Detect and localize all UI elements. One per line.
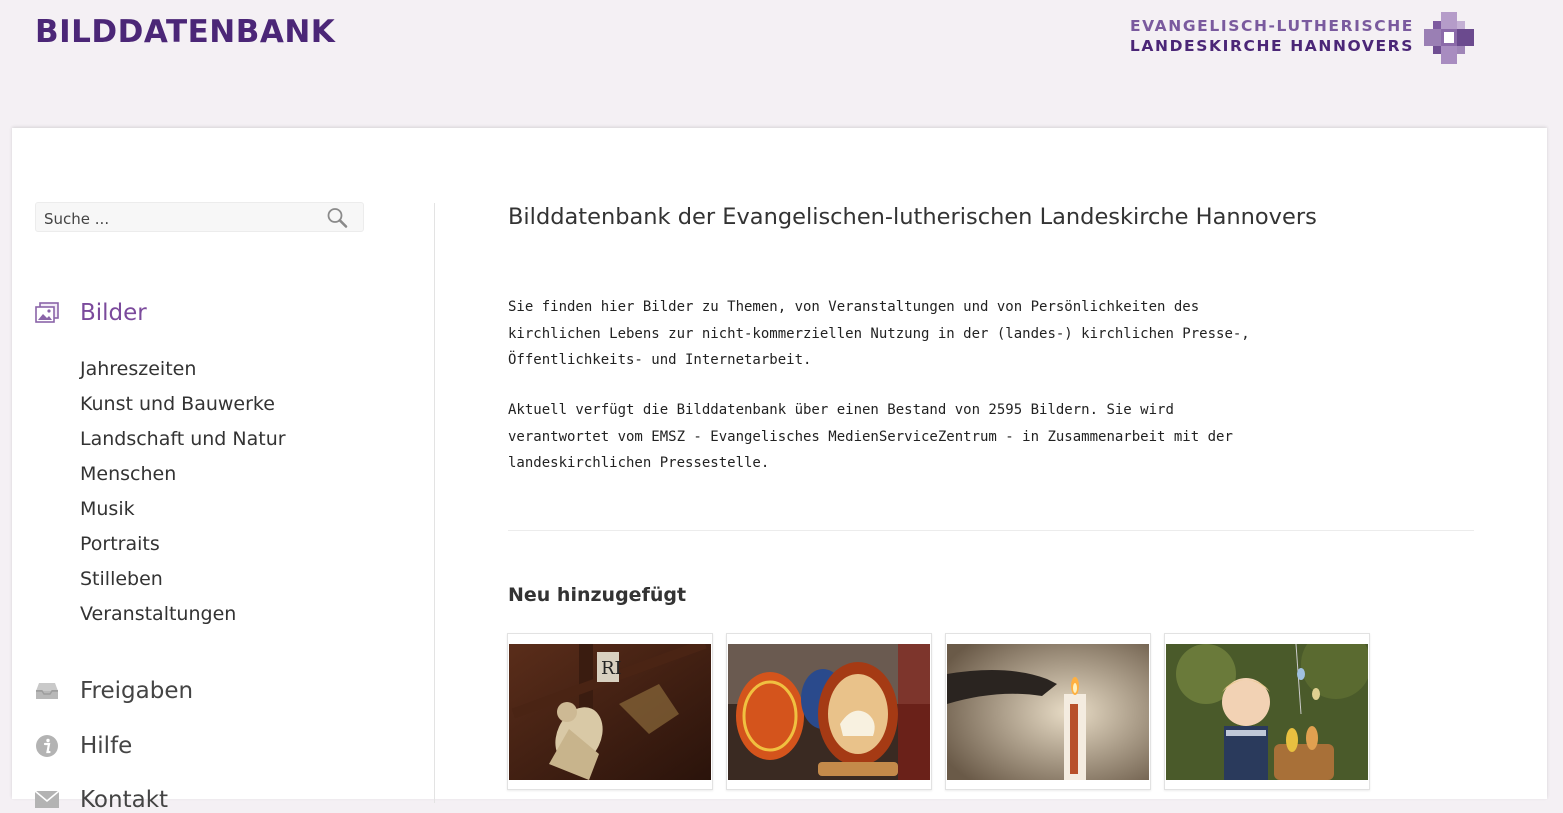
child-easter-image [1166, 644, 1368, 780]
logo-line-1: EVANGELISCH-LUTHERISCHE [1129, 17, 1414, 35]
nav-hilfe-label: Hilfe [80, 733, 133, 759]
search-icon[interactable] [325, 206, 349, 230]
easter-eggs-image [728, 644, 930, 780]
intro-line: Öffentlichkeits- und Internetarbeit. [508, 352, 812, 368]
intro-paragraph: Sie finden hier Bilder zu Themen, von Ve… [508, 294, 1268, 374]
new-images-gallery: RI [507, 633, 1370, 790]
nav-bilder[interactable]: Bilder [34, 300, 147, 326]
search-input[interactable] [42, 207, 316, 231]
crucifix-image: RI [509, 644, 711, 780]
section-divider [508, 530, 1474, 531]
subnav-item-musik[interactable]: Musik [80, 492, 286, 527]
subnav-item-portraits[interactable]: Portraits [80, 527, 286, 562]
nav-hilfe[interactable]: Hilfe [34, 733, 132, 759]
intro-line: Sie finden hier Bilder zu Themen, von Ve… [508, 299, 1200, 315]
stock-line: Aktuell verfügt die Bilddatenbank über e… [508, 402, 1174, 418]
subnav-item-veranstaltungen[interactable]: Veranstaltungen [80, 597, 286, 632]
subnav-item-kunst-und-bauwerke[interactable]: Kunst und Bauwerke [80, 387, 286, 422]
stock-paragraph: Aktuell verfügt die Bilddatenbank über e… [508, 397, 1268, 477]
site-header: BILDDATENBANK EVANGELISCH-LUTHERISCHE LA… [0, 0, 1563, 128]
church-logo[interactable]: EVANGELISCH-LUTHERISCHE LANDESKIRCHE HAN… [1084, 12, 1484, 68]
subnav-bilder: Jahreszeiten Kunst und Bauwerke Landscha… [80, 352, 286, 632]
main-content-panel: Bilder Jahreszeiten Kunst und Bauwerke L… [12, 128, 1547, 813]
nav-kontakt-label: Kontakt [80, 787, 169, 813]
pictures-icon [35, 302, 59, 323]
stock-line: verantwortet vom EMSZ - Evangelisches Me… [508, 428, 1233, 445]
section-title-new: Neu hinzugefügt [508, 584, 687, 606]
nav-bilder-label: Bilder [80, 300, 147, 326]
nav-kontakt[interactable]: Kontakt [34, 787, 168, 813]
nav-freigaben[interactable]: Freigaben [34, 678, 193, 704]
subnav-item-jahreszeiten[interactable]: Jahreszeiten [80, 352, 286, 387]
page-title: Bilddatenbank der Evangelischen-lutheris… [508, 204, 1317, 230]
nav-freigaben-label: Freigaben [80, 678, 194, 704]
intro-line: kirchlichen Lebens zur nicht-kommerziell… [508, 325, 1250, 342]
search-box [35, 202, 364, 232]
info-icon [36, 735, 58, 757]
thumbnail-child-easter[interactable] [1164, 633, 1370, 790]
logo-text: EVANGELISCH-LUTHERISCHE LANDESKIRCHE HAN… [1084, 16, 1414, 56]
stock-line: landeskirchlichen Pressestelle. [508, 455, 770, 471]
thumbnail-easter-eggs[interactable] [726, 633, 932, 790]
candle-image [947, 644, 1149, 780]
inbox-tray-icon [36, 683, 58, 699]
thumbnail-candle[interactable] [945, 633, 1151, 790]
envelope-icon [34, 790, 60, 808]
subnav-item-landschaft-und-natur[interactable]: Landschaft und Natur [80, 422, 286, 457]
site-title[interactable]: BILDDATENBANK [35, 14, 335, 50]
sidebar-divider [434, 203, 435, 803]
subnav-item-menschen[interactable]: Menschen [80, 457, 286, 492]
logo-line-2: LANDESKIRCHE HANNOVERS [1129, 37, 1414, 55]
svg-text:RI: RI [601, 658, 622, 679]
cross-logo-icon [1424, 12, 1474, 64]
thumbnail-crucifix[interactable]: RI [507, 633, 713, 790]
subnav-item-stilleben[interactable]: Stilleben [80, 562, 286, 597]
